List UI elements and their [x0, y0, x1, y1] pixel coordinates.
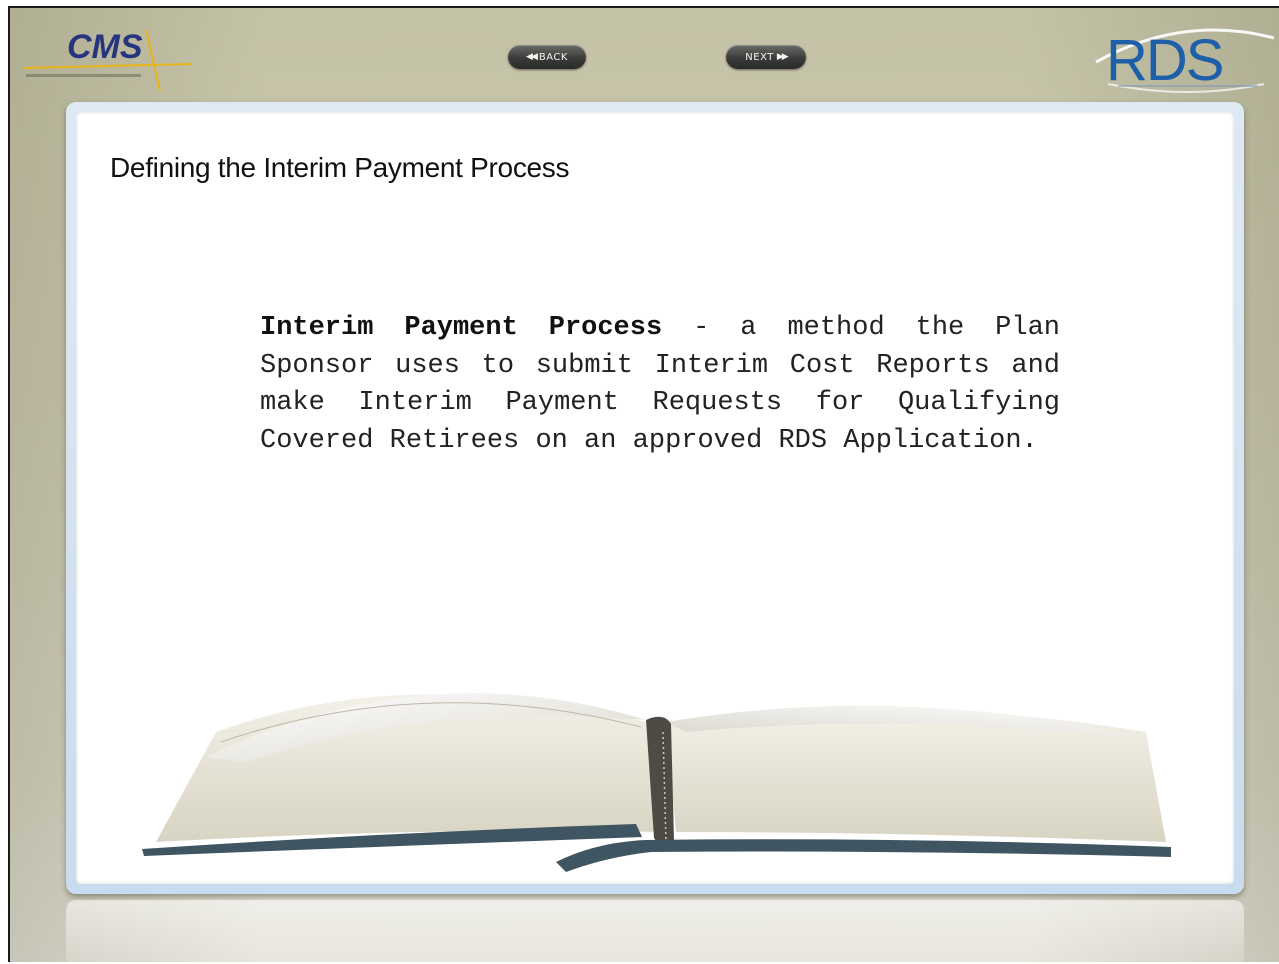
- next-button[interactable]: NEXT ▶▶: [726, 45, 806, 69]
- slide-frame: CMS ◀◀ BACK NEXT ▶▶ RDS Defining the Int…: [8, 6, 1279, 962]
- fast-forward-icon: ▶▶: [776, 52, 789, 62]
- next-label: NEXT: [745, 51, 774, 63]
- back-button[interactable]: ◀◀ BACK: [508, 45, 586, 69]
- rds-logo: RDS: [1095, 28, 1275, 93]
- definition-text: Interim Payment Process - a method the P…: [260, 310, 1060, 460]
- open-book-image: [142, 693, 1171, 872]
- content-area: Defining the Interim Payment Process Int…: [76, 112, 1234, 884]
- rewind-icon: ◀◀: [526, 52, 538, 62]
- top-bar: CMS ◀◀ BACK NEXT ▶▶ RDS: [10, 8, 1279, 98]
- definition-term: Interim Payment Process: [260, 313, 663, 343]
- svg-text:CMS: CMS: [67, 28, 143, 66]
- page-title: Defining the Interim Payment Process: [110, 152, 570, 183]
- back-label: BACK: [538, 51, 568, 63]
- content-panel: Defining the Interim Payment Process Int…: [66, 102, 1244, 894]
- panel-reflection: [66, 900, 1244, 962]
- cms-logo: CMS: [23, 28, 192, 92]
- svg-text:RDS: RDS: [1106, 28, 1223, 93]
